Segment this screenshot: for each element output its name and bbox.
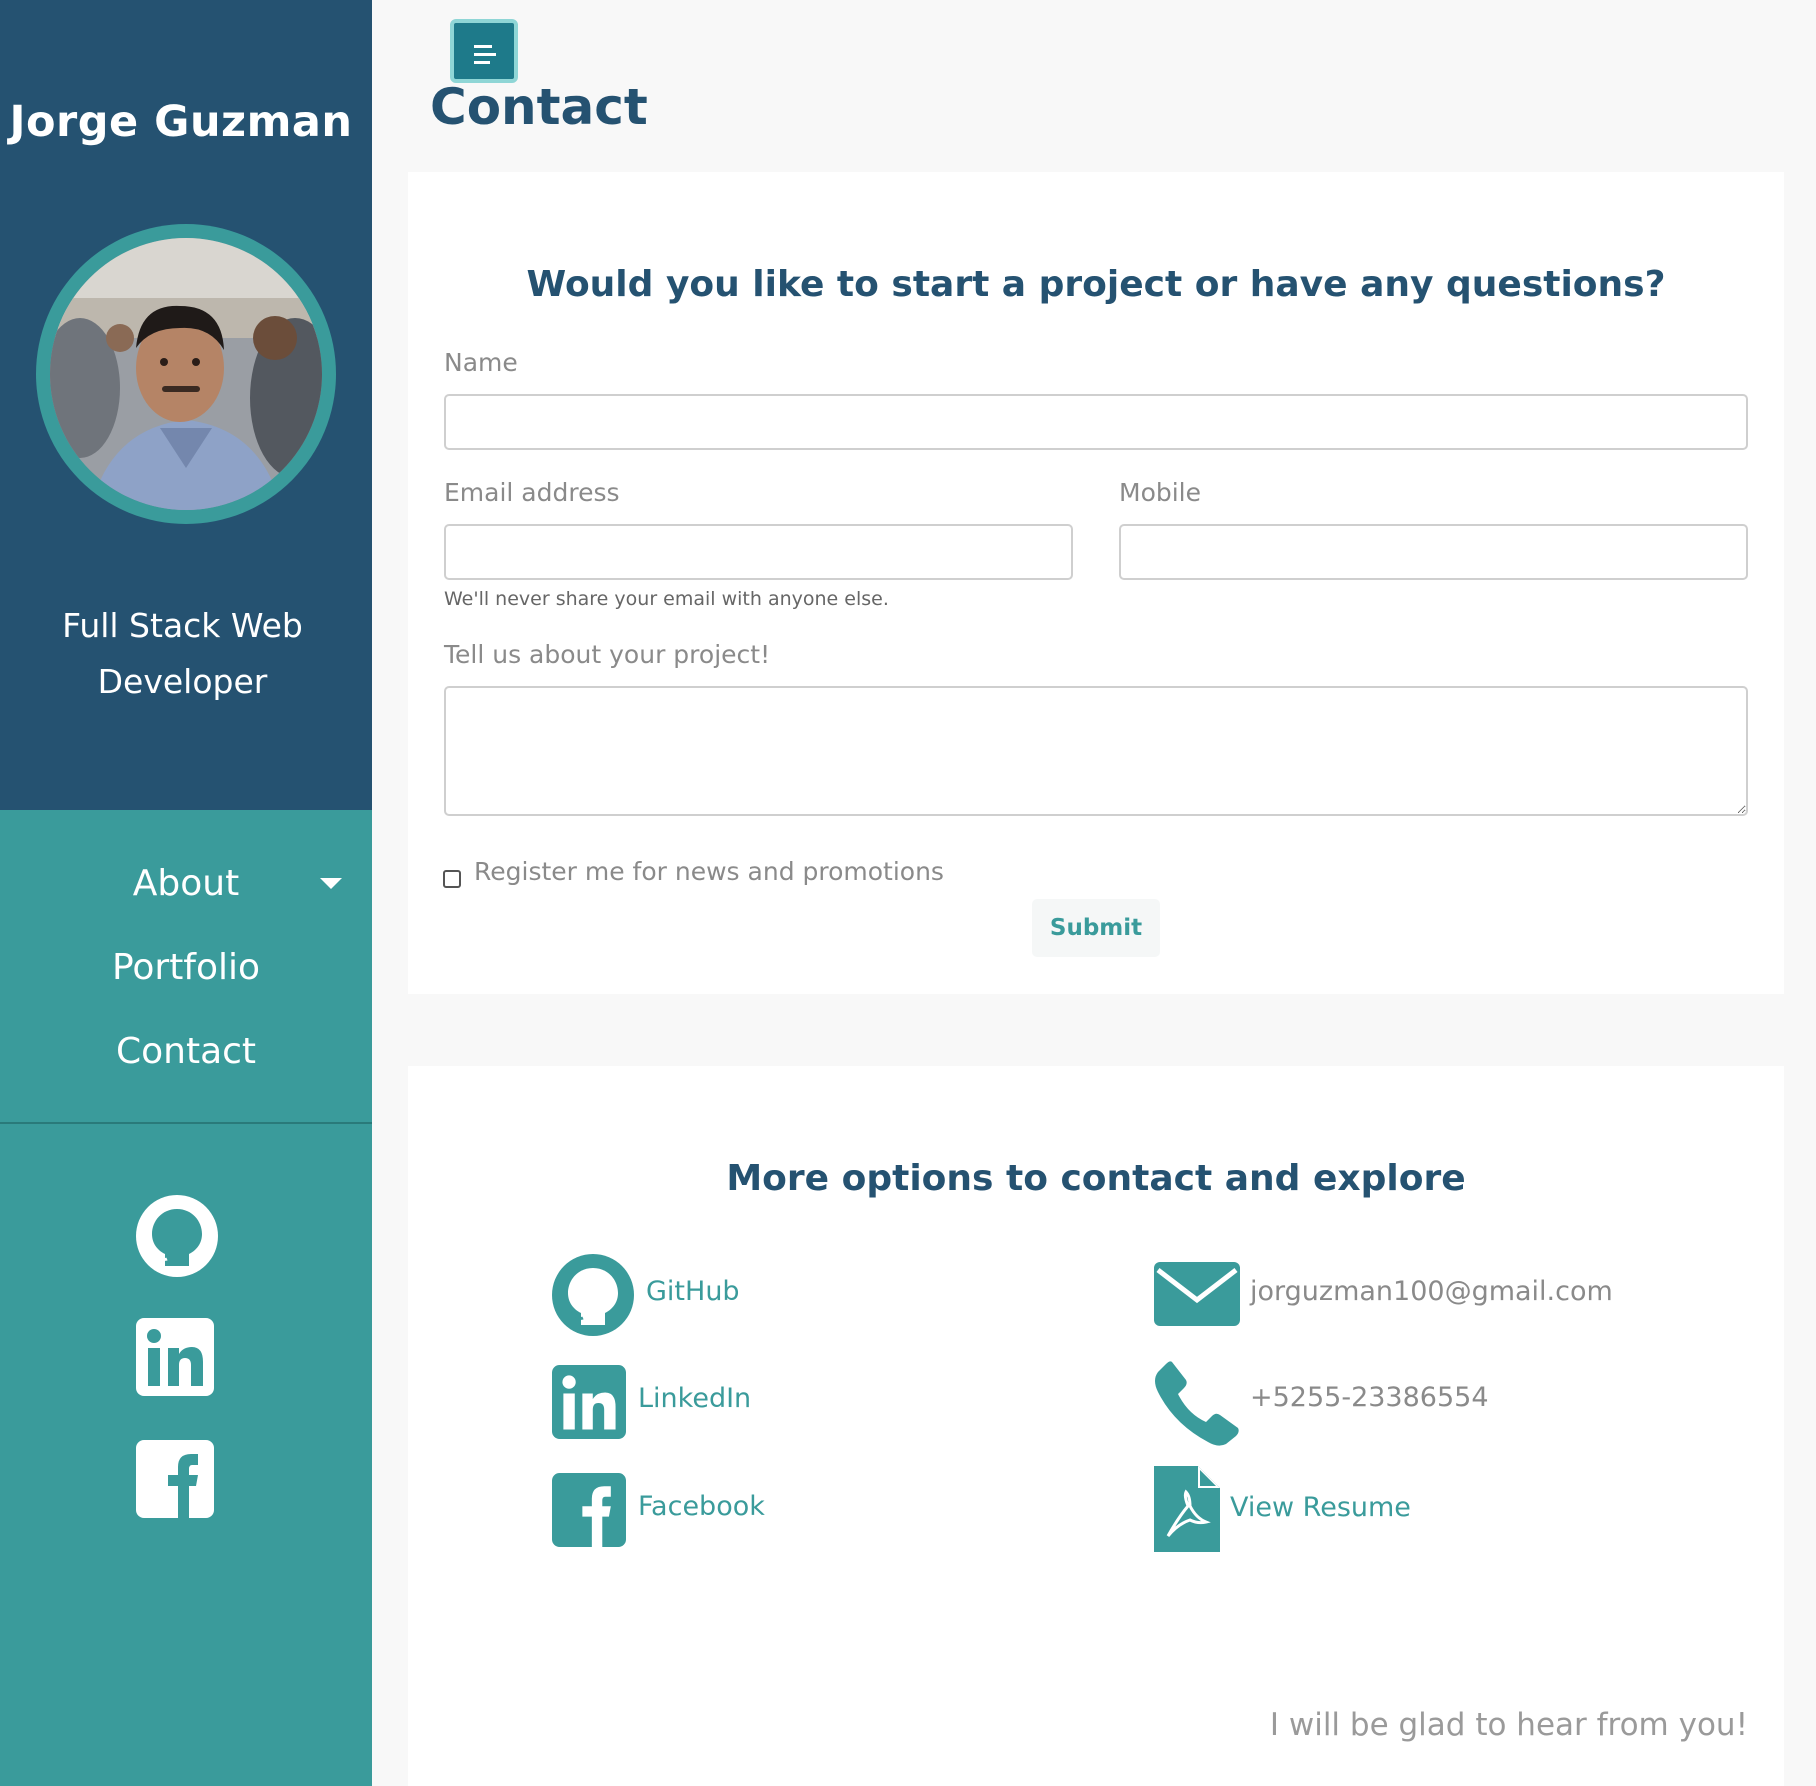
linkedin-icon xyxy=(552,1365,626,1439)
sidebar: Jorge Guzman Full Stack Web Developer Ab… xyxy=(0,0,372,1786)
pdf-file-icon xyxy=(1154,1466,1220,1552)
newsletter-checkbox[interactable] xyxy=(443,870,461,888)
newsletter-label[interactable]: Register me for news and promotions xyxy=(474,857,944,886)
job-title-line2: Developer xyxy=(97,662,268,701)
page-title: Contact xyxy=(430,78,648,136)
facebook-icon xyxy=(552,1473,626,1547)
more-options-heading: More options to contact and explore xyxy=(726,1158,1466,1199)
menu-icon-line xyxy=(474,53,496,56)
envelope-icon xyxy=(1154,1262,1240,1326)
project-label: Tell us about your project! xyxy=(444,640,771,669)
linkedin-link[interactable]: LinkedIn xyxy=(552,1365,751,1443)
nav-item-contact[interactable]: Contact xyxy=(0,1018,372,1102)
facebook-label: Facebook xyxy=(638,1491,765,1522)
github-link[interactable]: GitHub xyxy=(552,1254,740,1340)
brand-name[interactable]: Jorge Guzman xyxy=(0,97,362,147)
github-icon[interactable] xyxy=(136,1195,218,1277)
job-title: Full Stack Web Developer xyxy=(30,598,335,710)
contact-form-card: Would you like to start a project or hav… xyxy=(408,172,1784,994)
nav-item-about[interactable]: About xyxy=(0,850,372,934)
email-contact[interactable]: jorguzman100@gmail.com xyxy=(1154,1262,1613,1330)
footer-note: I will be glad to hear from you! xyxy=(1269,1707,1748,1743)
project-textarea[interactable] xyxy=(444,686,1748,816)
name-input[interactable] xyxy=(444,394,1748,450)
linkedin-label: LinkedIn xyxy=(638,1383,752,1414)
nav-item-portfolio-label: Portfolio xyxy=(111,947,261,988)
caret-down-icon[interactable] xyxy=(320,878,342,889)
github-label: GitHub xyxy=(646,1276,740,1307)
nav-item-portfolio[interactable]: Portfolio xyxy=(0,934,372,1018)
email-help-text: We'll never share your email with anyone… xyxy=(444,588,889,610)
avatar-ring xyxy=(36,224,336,524)
email-input[interactable] xyxy=(444,524,1073,580)
nav-item-contact-label: Contact xyxy=(115,1031,257,1072)
mobile-input[interactable] xyxy=(1119,524,1748,580)
resume-link[interactable]: View Resume xyxy=(1154,1466,1411,1556)
nav-item-about-label: About xyxy=(132,863,240,904)
sidebar-nav: About Portfolio Contact xyxy=(0,850,372,1102)
facebook-icon[interactable] xyxy=(136,1440,214,1518)
facebook-link[interactable]: Facebook xyxy=(552,1473,765,1551)
menu-icon-line xyxy=(474,61,490,64)
phone-contact[interactable]: +5255-23386554 xyxy=(1154,1360,1489,1450)
linkedin-icon[interactable] xyxy=(136,1318,214,1396)
avatar-photo xyxy=(50,238,322,510)
sidebar-profile: Jorge Guzman Full Stack Web Developer xyxy=(0,0,372,810)
name-label: Name xyxy=(444,348,518,377)
more-options-card: More options to contact and explore GitH… xyxy=(408,1066,1784,1786)
github-icon xyxy=(552,1254,634,1336)
resume-label: View Resume xyxy=(1230,1492,1411,1523)
job-title-line1: Full Stack Web xyxy=(62,606,303,645)
sidebar-divider xyxy=(0,1122,372,1124)
email-address: jorguzman100@gmail.com xyxy=(1250,1276,1613,1307)
avatar xyxy=(50,238,322,510)
sidebar-toggle-button[interactable] xyxy=(450,19,518,83)
phone-number: +5255-23386554 xyxy=(1250,1382,1489,1413)
menu-icon xyxy=(474,45,492,48)
submit-button[interactable]: Submit xyxy=(1032,899,1160,957)
form-heading: Would you like to start a project or hav… xyxy=(526,264,1666,305)
email-label: Email address xyxy=(444,478,620,507)
mobile-label: Mobile xyxy=(1119,478,1202,507)
phone-icon xyxy=(1155,1361,1239,1446)
